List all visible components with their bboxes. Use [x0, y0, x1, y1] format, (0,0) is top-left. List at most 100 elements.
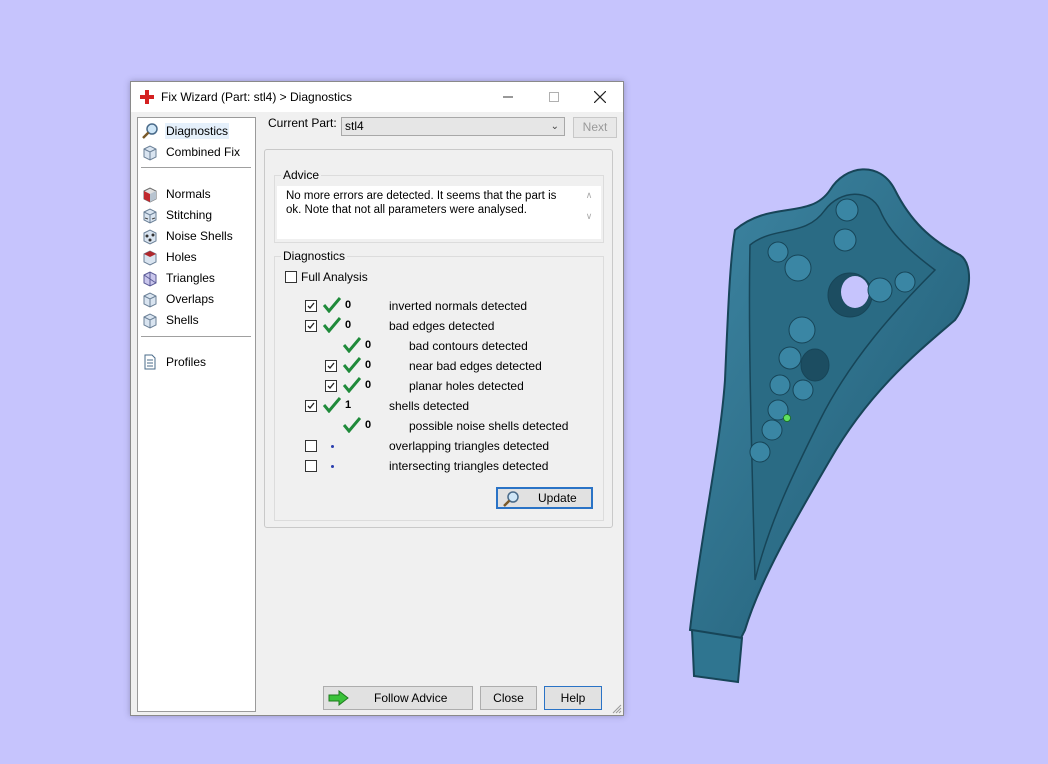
count-value: 1	[345, 399, 352, 411]
nav-label: Stitching	[166, 208, 213, 222]
diagnostics-icon	[142, 123, 158, 139]
current-part-select[interactable]: stl4 ⌄	[341, 117, 565, 136]
close-window-button[interactable]	[577, 82, 623, 112]
nav-item-shells[interactable]: Shells	[141, 310, 251, 330]
diag-label: bad contours detected	[409, 339, 528, 353]
3d-model-view[interactable]	[680, 160, 980, 690]
shells-checkbox[interactable]	[305, 400, 317, 412]
maximize-button[interactable]	[531, 82, 577, 112]
nav-item-triangles[interactable]: Triangles	[141, 268, 251, 288]
green-arrow-icon	[328, 690, 349, 706]
checkmark-icon	[307, 402, 315, 409]
count-value: 0	[365, 359, 372, 371]
nav-item-noise-shells[interactable]: Noise Shells	[141, 226, 251, 246]
nav-item-holes[interactable]: Holes	[141, 247, 251, 267]
close-icon	[594, 91, 606, 103]
ok-check-icon	[323, 397, 341, 413]
diag-label: shells detected	[389, 399, 470, 413]
nav-label: Holes	[166, 250, 197, 264]
update-label: Update	[538, 491, 577, 505]
nav-label: Diagnostics	[165, 123, 230, 139]
diag-label: near bad edges detected	[409, 359, 542, 373]
count-value: 0	[365, 339, 372, 351]
maximize-icon	[549, 92, 559, 102]
window-title: Fix Wizard (Part: stl4) > Diagnostics	[161, 90, 353, 104]
ok-check-icon	[323, 317, 341, 333]
nav-item-combined-fix[interactable]: Combined Fix	[141, 142, 251, 162]
planar-holes-checkbox[interactable]	[325, 380, 337, 392]
red-cross-icon	[140, 90, 154, 104]
ok-check-icon	[343, 337, 361, 353]
intersecting-triangles-checkbox[interactable]	[305, 460, 317, 472]
near-bad-edges-checkbox[interactable]	[325, 360, 337, 372]
count-value: 0	[365, 419, 372, 431]
nav-item-diagnostics[interactable]: Diagnostics	[141, 121, 251, 141]
full-analysis-checkbox[interactable]	[285, 271, 297, 283]
nav-label: Overlaps	[166, 292, 215, 306]
pending-dot-icon	[331, 445, 334, 448]
noise-shells-icon	[143, 229, 157, 245]
chevron-down-icon: ⌄	[550, 121, 559, 132]
advice-scrollbar[interactable]: ∧ ∨	[583, 190, 595, 236]
ok-check-icon	[323, 297, 341, 313]
nav-label: Combined Fix	[166, 145, 241, 159]
checkmark-icon	[307, 302, 315, 309]
checkmark-icon	[327, 382, 335, 389]
diag-label: inverted normals detected	[389, 299, 528, 313]
overlaps-icon	[143, 292, 157, 308]
count-value: 0	[365, 379, 372, 391]
nav-label: Triangles	[166, 271, 215, 285]
pending-dot-icon	[331, 465, 334, 468]
ok-check-icon	[343, 417, 361, 433]
shells-icon	[143, 313, 157, 329]
nav-label: Normals	[166, 187, 211, 201]
nav-item-overlaps[interactable]: Overlaps	[141, 289, 251, 309]
nav-separator	[141, 336, 251, 337]
current-part-label: Current Part:	[268, 116, 337, 130]
nav-label: Profiles	[166, 355, 207, 369]
stitching-icon	[143, 208, 157, 224]
diagnostics-title: Diagnostics	[281, 249, 348, 263]
inverted-normals-checkbox[interactable]	[305, 300, 317, 312]
diag-label: overlapping triangles detected	[389, 439, 550, 453]
follow-advice-button[interactable]: Follow Advice	[323, 686, 473, 710]
close-button[interactable]: Close	[480, 686, 537, 710]
combined-fix-icon	[143, 145, 157, 161]
nav-label: Shells	[166, 313, 199, 327]
profiles-icon	[144, 354, 156, 370]
update-button[interactable]: Update	[496, 487, 593, 509]
nav-label: Noise Shells	[166, 229, 233, 243]
minimize-icon	[503, 96, 513, 98]
nav-item-normals[interactable]: Normals	[141, 184, 251, 204]
ok-check-icon	[343, 377, 361, 393]
nav-item-stitching[interactable]: Stitching	[141, 205, 251, 225]
ok-check-icon	[343, 357, 361, 373]
count-value: 0	[345, 319, 352, 331]
nav-separator	[141, 167, 251, 168]
checkmark-icon	[327, 362, 335, 369]
title-bar[interactable]: Fix Wizard (Part: stl4) > Diagnostics	[131, 82, 623, 112]
advice-title: Advice	[281, 168, 322, 182]
resize-grip-icon[interactable]	[612, 704, 622, 714]
wizard-nav: Diagnostics Combined Fix Normals Stitchi…	[137, 117, 256, 712]
nav-item-profiles[interactable]: Profiles	[141, 352, 251, 372]
next-button[interactable]: Next	[573, 117, 617, 138]
diag-label: intersecting triangles detected	[389, 459, 549, 473]
current-part-value: stl4	[345, 119, 364, 133]
fix-wizard-dialog: Fix Wizard (Part: stl4) > Diagnostics Di…	[130, 81, 624, 716]
advice-text: No more errors are detected. It seems th…	[286, 190, 557, 216]
diag-label: planar holes detected	[409, 379, 524, 393]
help-button[interactable]: Help	[544, 686, 602, 710]
magnifier-icon	[503, 491, 519, 507]
marker-icon	[783, 414, 791, 422]
follow-advice-label: Follow Advice	[374, 691, 448, 705]
diag-label: bad edges detected	[389, 319, 495, 333]
triangles-icon	[143, 271, 157, 287]
count-value: 0	[345, 299, 352, 311]
minimize-button[interactable]	[485, 82, 531, 112]
overlapping-triangles-checkbox[interactable]	[305, 440, 317, 452]
full-analysis-label: Full Analysis	[301, 270, 368, 284]
advice-textbox[interactable]: No more errors are detected. It seems th…	[277, 186, 601, 239]
checkmark-icon	[307, 322, 315, 329]
bad-edges-checkbox[interactable]	[305, 320, 317, 332]
